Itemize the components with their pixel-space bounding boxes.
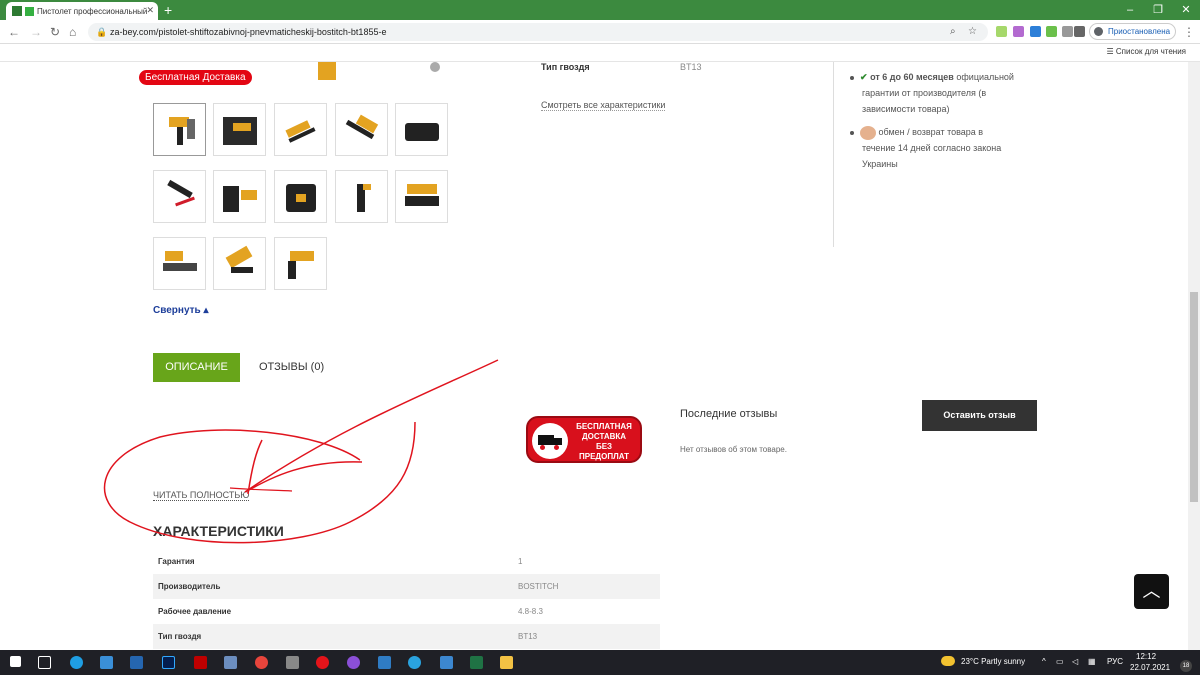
- clock-date[interactable]: 22.07.2021: [1130, 663, 1170, 672]
- telegram-icon[interactable]: [408, 656, 421, 669]
- puzzle-icon[interactable]: [1074, 26, 1085, 37]
- url-text: za-bey.com/pistolet-shtiftozabivnoj-pnev…: [110, 27, 387, 37]
- task-view-icon[interactable]: [38, 656, 51, 669]
- close-window-button[interactable]: ✕: [1172, 0, 1200, 20]
- app-icon[interactable]: [378, 656, 391, 669]
- app-icon[interactable]: [100, 656, 113, 669]
- page-content: Бесплатная Доставка Свернуть ▴ Тип гвозд…: [0, 62, 1188, 650]
- bookmark-star-icon[interactable]: ☆: [968, 23, 977, 41]
- filezilla-icon[interactable]: [194, 656, 207, 669]
- chrome-icon[interactable]: [255, 656, 268, 669]
- forward-arrow-icon[interactable]: →: [30, 24, 42, 40]
- address-bar[interactable]: 🔒 za-bey.com/pistolet-shtiftozabivnoj-pn…: [88, 23, 988, 41]
- profile-label: Приостановлена: [1108, 27, 1171, 36]
- window-controls: – ❐ ✕: [1116, 0, 1200, 20]
- weather-text[interactable]: 23°C Partly sunny: [961, 657, 1025, 666]
- extension-icon[interactable]: [1030, 26, 1041, 37]
- extension-icon[interactable]: [1062, 26, 1073, 37]
- app-icon[interactable]: [286, 656, 299, 669]
- browser-tab[interactable]: Пистолет профессиональный ✕: [6, 2, 158, 20]
- mail-icon[interactable]: [130, 656, 143, 669]
- volume-icon[interactable]: ◁: [1072, 657, 1078, 666]
- file-explorer-icon[interactable]: [500, 656, 513, 669]
- site-favicon: [12, 6, 22, 16]
- bookmarks-bar: ☰ Список для чтения: [0, 44, 1200, 62]
- photoshop-icon[interactable]: [162, 656, 175, 669]
- scrollbar-thumb[interactable]: [1190, 292, 1198, 502]
- home-icon[interactable]: ⌂: [69, 24, 76, 40]
- reload-icon[interactable]: ↻: [50, 24, 60, 40]
- windows-start-icon[interactable]: [10, 656, 21, 667]
- keyboard-icon[interactable]: ▦: [1088, 657, 1096, 666]
- menu-dots-icon[interactable]: ⋮: [1183, 24, 1195, 40]
- browser-tab-strip: Пистолет профессиональный ✕ + – ❐ ✕: [0, 0, 1200, 20]
- language-indicator[interactable]: РУС: [1107, 657, 1123, 666]
- opera-icon[interactable]: [316, 656, 329, 669]
- new-tab-button[interactable]: +: [164, 2, 172, 18]
- extension-icon[interactable]: [1013, 26, 1024, 37]
- tray-arrow-icon[interactable]: ^: [1042, 657, 1046, 666]
- app-icon[interactable]: [224, 656, 237, 669]
- red-annotation-drawing: [103, 359, 499, 544]
- network-icon[interactable]: ▭: [1056, 657, 1064, 666]
- check-favicon: [25, 6, 34, 16]
- edge-icon[interactable]: [70, 656, 83, 669]
- app-icon[interactable]: [440, 656, 453, 669]
- lock-icon: 🔒: [96, 27, 108, 37]
- viber-icon[interactable]: [347, 656, 360, 669]
- excel-icon[interactable]: [470, 656, 483, 669]
- profile-button[interactable]: Приостановлена: [1089, 23, 1176, 40]
- restore-button[interactable]: ❐: [1144, 0, 1172, 20]
- zoom-icon[interactable]: ⌕: [950, 23, 956, 41]
- notification-badge[interactable]: 18: [1180, 660, 1192, 672]
- reading-list-button[interactable]: ☰ Список для чтения: [1106, 47, 1186, 56]
- avatar-icon: [1094, 27, 1103, 36]
- windows-taskbar: 23°C Partly sunny ^ ▭ ◁ ▦ РУС 12:12 22.0…: [0, 650, 1200, 675]
- extension-icon[interactable]: [996, 26, 1007, 37]
- tab-title: Пистолет профессиональный: [37, 6, 148, 16]
- browser-toolbar: ← → ↻ ⌂ 🔒 za-bey.com/pistolet-shtiftozab…: [0, 20, 1200, 44]
- extension-icon[interactable]: [1046, 26, 1057, 37]
- clock-time[interactable]: 12:12: [1136, 652, 1156, 661]
- reading-list-label: Список для чтения: [1115, 47, 1186, 56]
- tab-close-icon[interactable]: ✕: [146, 5, 154, 16]
- page-scrollbar[interactable]: [1188, 62, 1200, 650]
- weather-icon[interactable]: [941, 656, 955, 666]
- minimize-button[interactable]: –: [1116, 0, 1144, 20]
- back-arrow-icon[interactable]: ←: [8, 24, 20, 40]
